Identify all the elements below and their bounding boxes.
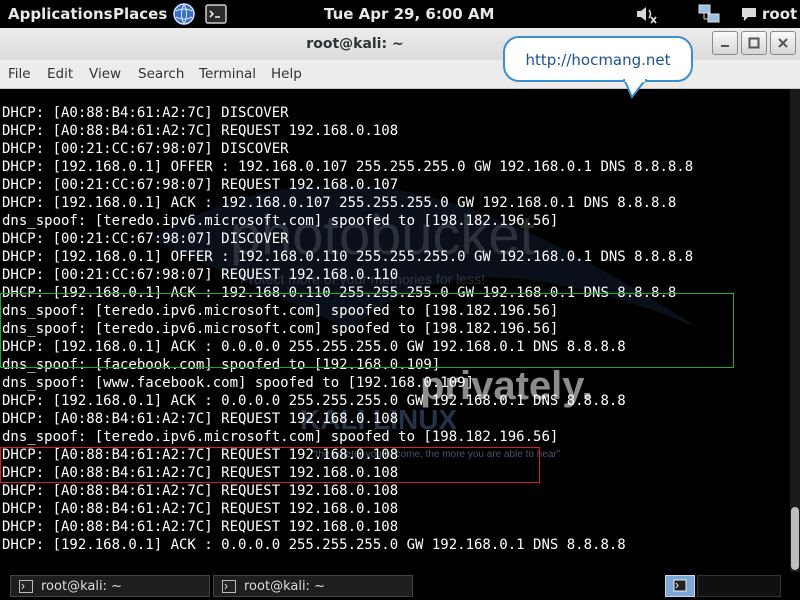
terminal-line: DHCP: [A0:88:B4:61:A2:7C] REQUEST 192.16… [2,123,399,139]
terminal-icon[interactable] [204,2,228,26]
places-menu[interactable]: Places [113,0,167,28]
terminal-line: dns_spoof: [teredo.ipv6.microsoft.com] s… [2,213,559,229]
minimize-button[interactable] [712,31,738,55]
terminal-line: DHCP: [192.168.0.1] OFFER : 192.168.0.10… [2,159,694,175]
terminal-line: dns_spoof: [www.facebook.com] spoofed to… [2,375,475,391]
menu-search[interactable]: Search [138,60,184,88]
highlight-box-green [0,293,734,368]
terminal-line: DHCP: [A0:88:B4:61:A2:7C] REQUEST 192.16… [2,519,399,535]
terminal-line: DHCP: [192.168.0.1] ACK : 192.168.0.107 … [2,195,677,211]
globe-icon[interactable] [172,2,196,26]
minimize-icon [721,45,729,47]
terminal-line: DHCP: [A0:88:B4:61:A2:7C] DISCOVER [2,105,289,121]
terminal-line: DHCP: [A0:88:B4:61:A2:7C] REQUEST 192.16… [2,501,399,517]
terminal-line: dns_spoof: [teredo.ipv6.microsoft.com] s… [2,429,559,445]
applications-menu[interactable]: Applications [8,0,113,28]
taskbar-item[interactable]: root@kali: ~ [213,575,413,597]
scrollbar-thumb[interactable] [791,507,799,570]
workspace-2[interactable] [697,575,781,597]
chat-icon[interactable] [740,6,758,22]
taskbar-item-label: root@kali: ~ [244,579,325,594]
terminal-line: DHCP: [00:21:CC:67:98:07] DISCOVER [2,141,289,157]
terminal-line: DHCP: [A0:88:B4:61:A2:7C] REQUEST 192.16… [2,411,399,427]
taskbar-item-label: root@kali: ~ [41,579,122,594]
close-button[interactable] [770,31,796,55]
terminal-line: DHCP: [A0:88:B4:61:A2:7C] REQUEST 192.16… [2,483,399,499]
terminal-output[interactable]: photobucket Protect more of your memorie… [0,89,790,572]
terminal-line: DHCP: [192.168.0.1] ACK : 0.0.0.0 255.25… [2,393,626,409]
terminal-line: DHCP: [00:21:CC:67:98:07] DISCOVER [2,231,289,247]
taskbar: root@kali: ~ root@kali: ~ [0,572,800,600]
network-icon[interactable] [697,2,721,26]
maximize-icon [748,37,760,49]
menu-view[interactable]: View [89,60,121,88]
terminal-icon [222,580,236,593]
menu-help[interactable]: Help [271,60,302,88]
terminal-line: DHCP: [192.168.0.1] ACK : 0.0.0.0 255.25… [2,537,626,553]
callout-bubble: http://hocmang.net [503,36,693,82]
top-panel: Applications Places Tue Apr 29, 6:00 AM … [0,0,800,28]
menu-edit[interactable]: Edit [47,60,73,88]
terminal-line: DHCP: [192.168.0.1] OFFER : 192.168.0.11… [2,249,694,265]
terminal-line: DHCP: [00:21:CC:67:98:07] REQUEST 192.16… [2,267,399,283]
menu-terminal[interactable]: Terminal [199,60,256,88]
workspace-1[interactable] [665,575,695,597]
maximize-button[interactable] [741,31,767,55]
scrollbar[interactable] [790,89,800,572]
volume-muted-icon[interactable] [634,2,658,26]
highlight-box-red [0,447,540,483]
menu-file[interactable]: File [8,60,31,88]
user-menu[interactable]: root [762,0,797,28]
terminal-icon [673,579,687,592]
close-icon [778,38,788,48]
callout-url: http://hocmang.net [525,51,671,69]
taskbar-item[interactable]: root@kali: ~ [10,575,210,597]
terminal-window: root@kali: ~ File Edit View Search Termi… [0,28,800,572]
terminal-icon [19,580,33,593]
terminal-line: DHCP: [00:21:CC:67:98:07] REQUEST 192.16… [2,177,399,193]
clock[interactable]: Tue Apr 29, 6:00 AM [324,0,495,28]
callout-tail [622,79,648,99]
